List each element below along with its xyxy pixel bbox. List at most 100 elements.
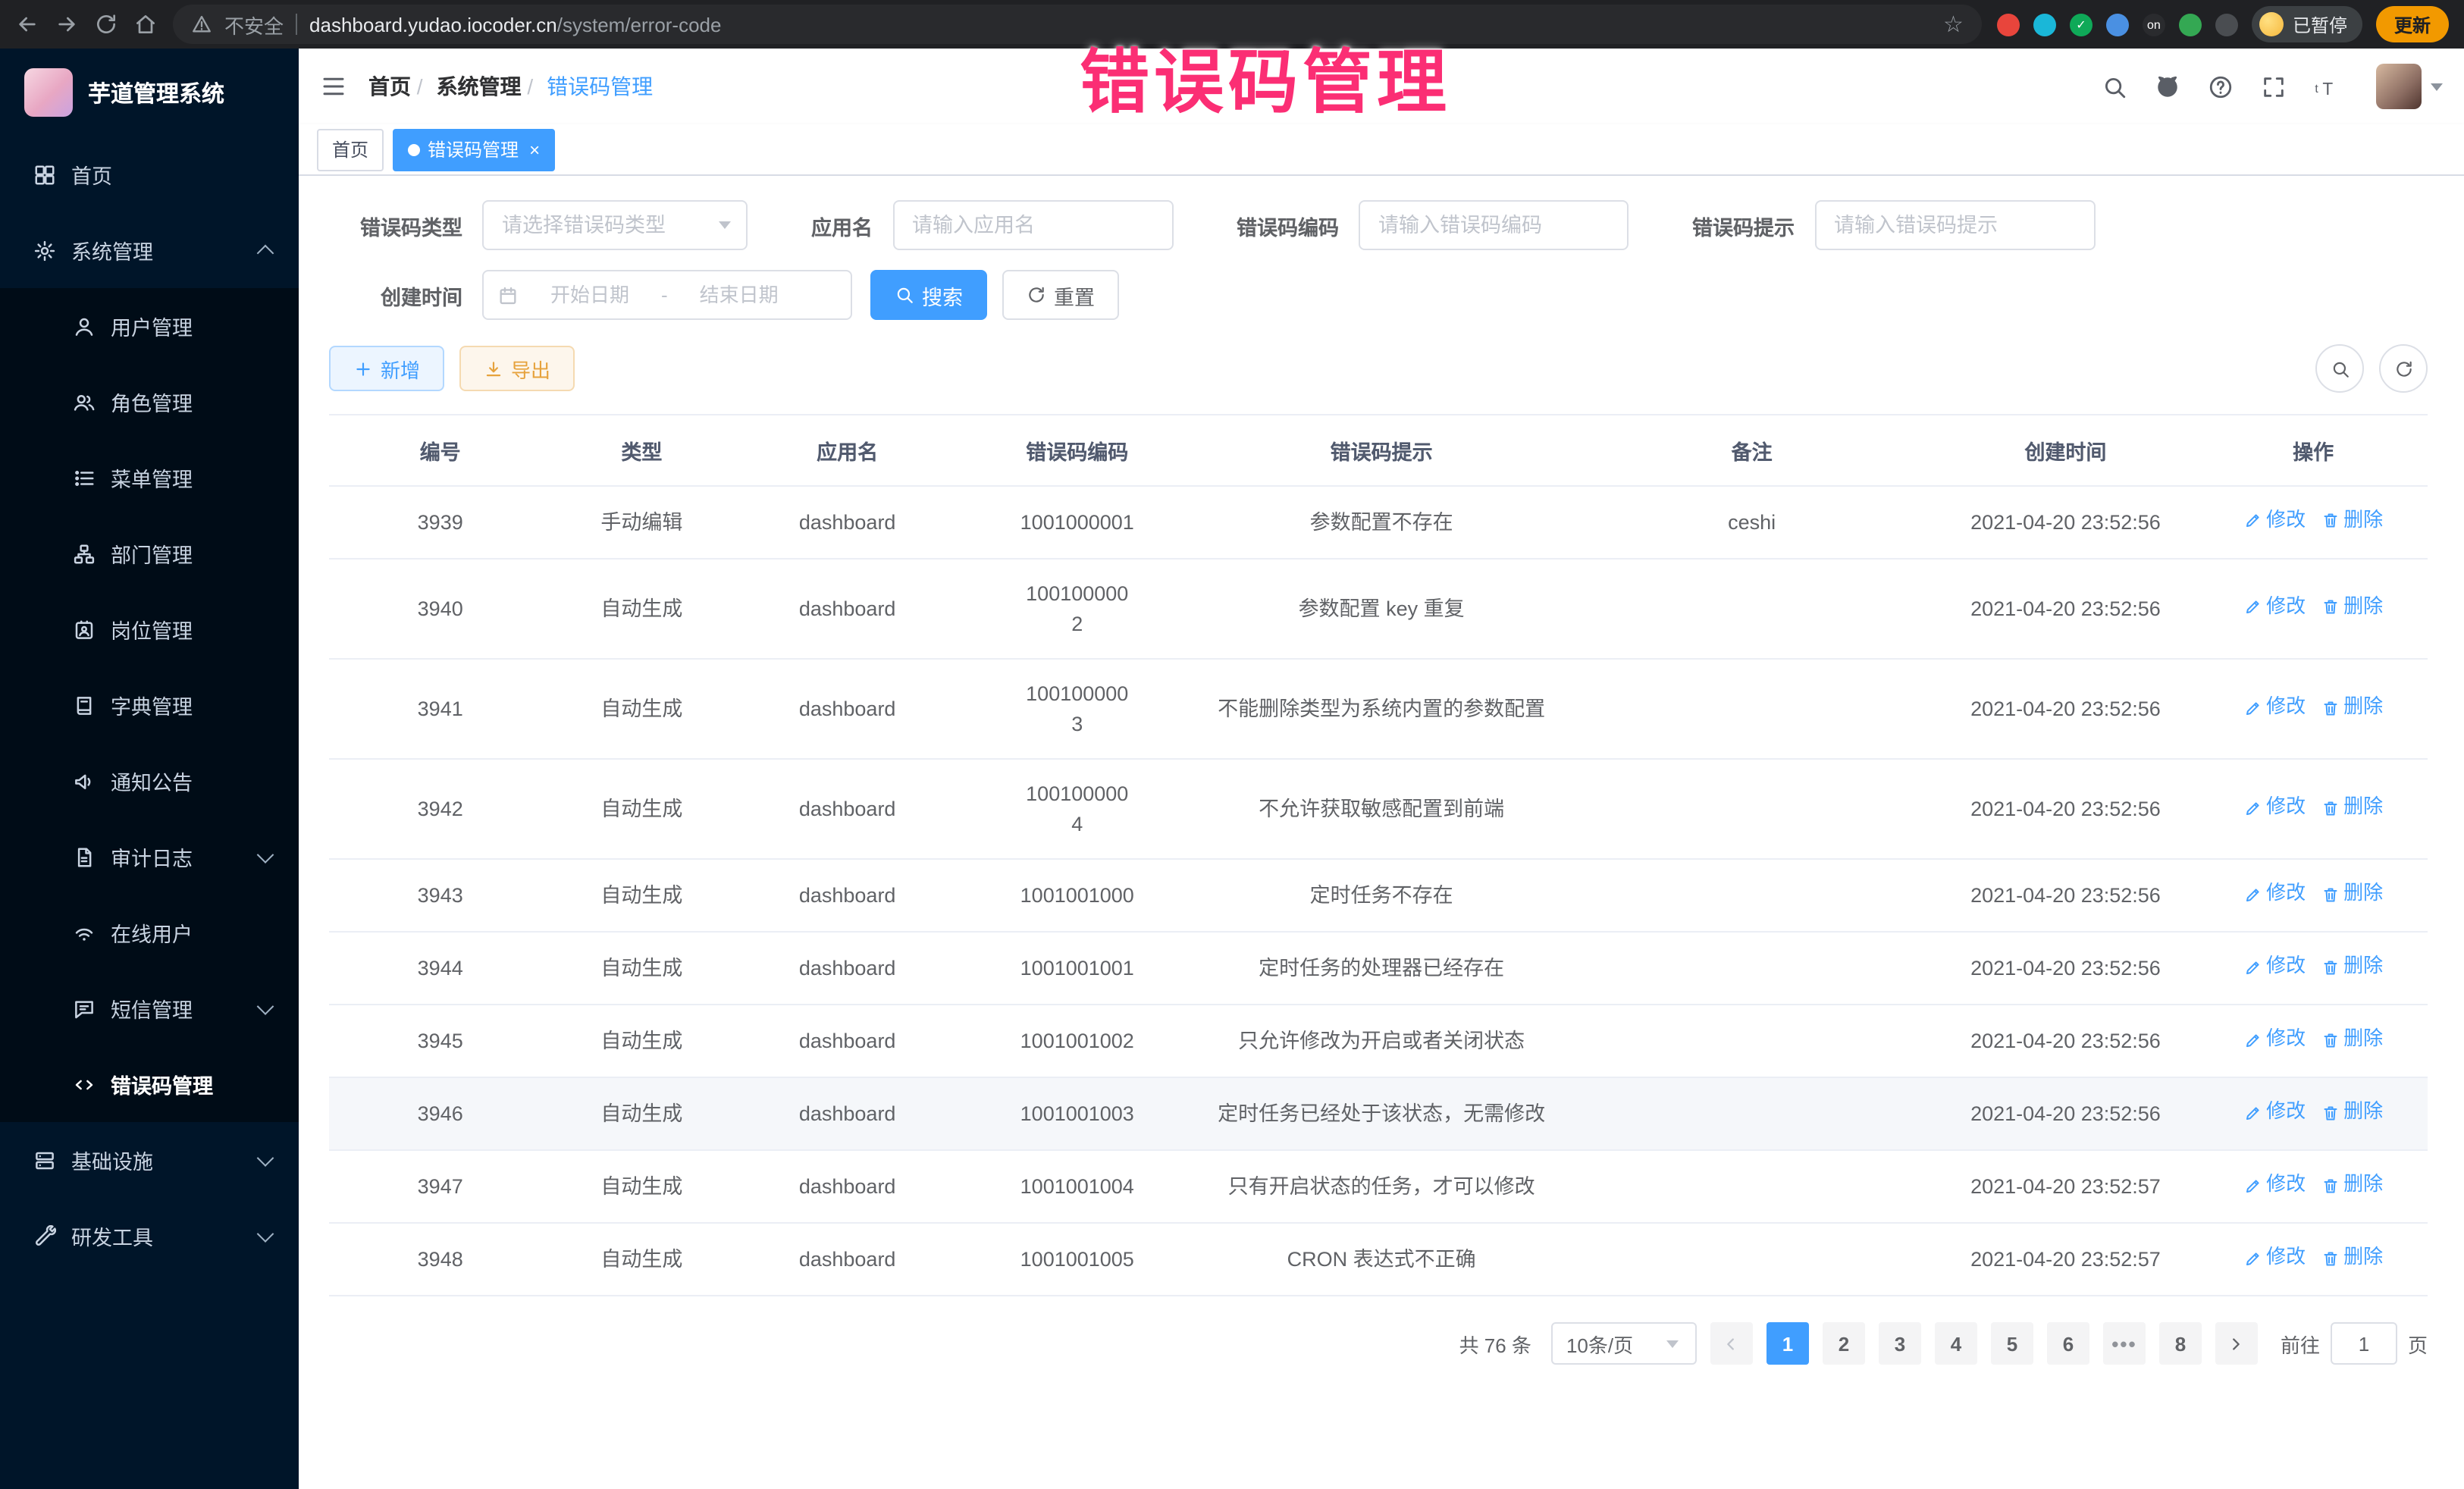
sidebar-menu-item[interactable]: 在线用户: [0, 895, 299, 970]
delete-link[interactable]: 删除: [2321, 880, 2383, 909]
dashboard-icon: [33, 163, 56, 186]
cell-app: dashboard: [732, 559, 962, 659]
hint-filter-input[interactable]: [1814, 200, 2095, 250]
sidebar-menu-item[interactable]: 通知公告: [0, 743, 299, 819]
edit-link[interactable]: 修改: [2243, 1244, 2306, 1273]
edit-icon: [2243, 512, 2262, 530]
export-button[interactable]: 导出: [459, 346, 575, 391]
add-button[interactable]: 新增: [329, 346, 444, 391]
page-button[interactable]: 1: [1766, 1323, 1809, 1365]
sidebar-menu-item[interactable]: 错误码管理: [0, 1046, 299, 1122]
arrow-right-icon[interactable]: [55, 12, 79, 36]
star-icon[interactable]: ☆: [1943, 13, 1964, 36]
delete-link[interactable]: 删除: [2321, 506, 2383, 535]
home-icon[interactable]: [133, 12, 158, 36]
end-date-input[interactable]: [677, 282, 801, 308]
chevron-icon: [257, 1225, 274, 1243]
extension-icon[interactable]: on: [2143, 13, 2165, 36]
edit-link[interactable]: 修改: [2243, 1171, 2306, 1200]
svg-text:t: t: [2315, 82, 2318, 95]
sidebar-menu-item[interactable]: 审计日志: [0, 819, 299, 895]
sidebar-menu-item[interactable]: 短信管理: [0, 970, 299, 1046]
sidebar-menu-item[interactable]: 系统管理: [0, 212, 299, 288]
cell-message: 参数配置 key 重复: [1192, 559, 1572, 659]
hamburger-icon[interactable]: [320, 73, 347, 100]
toggle-search-button[interactable]: [2315, 344, 2364, 393]
page-button[interactable]: 5: [1991, 1323, 2033, 1365]
delete-link[interactable]: 删除: [2321, 693, 2383, 722]
delete-link[interactable]: 删除: [2321, 1244, 2383, 1273]
edit-link[interactable]: 修改: [2243, 593, 2306, 622]
logo[interactable]: 芋道管理系统: [0, 49, 299, 136]
page-button[interactable]: •••: [2103, 1323, 2146, 1365]
sidebar-menu-item[interactable]: 字典管理: [0, 667, 299, 743]
delete-link[interactable]: 删除: [2321, 794, 2383, 823]
user-menu[interactable]: [2376, 64, 2443, 109]
edit-link[interactable]: 修改: [2243, 1026, 2306, 1055]
fullscreen-icon[interactable]: [2261, 74, 2287, 99]
page-button[interactable]: 6: [2047, 1323, 2089, 1365]
delete-link[interactable]: 删除: [2321, 1099, 2383, 1127]
edit-link[interactable]: 修改: [2243, 506, 2306, 535]
sidebar-menu-item[interactable]: 研发工具: [0, 1198, 299, 1274]
page-button[interactable]: 4: [1935, 1323, 1977, 1365]
delete-link[interactable]: 删除: [2321, 1026, 2383, 1055]
github-icon[interactable]: [2155, 74, 2180, 99]
arrow-left-icon[interactable]: [15, 12, 39, 36]
page-size-select[interactable]: 10条/页: [1551, 1323, 1697, 1365]
page-button[interactable]: 3: [1879, 1323, 1921, 1365]
sidebar-menu-item[interactable]: 首页: [0, 136, 299, 212]
edit-link[interactable]: 修改: [2243, 880, 2306, 909]
search-icon[interactable]: [2102, 74, 2127, 99]
type-filter-select[interactable]: [482, 200, 748, 250]
sidebar-menu-item[interactable]: 菜单管理: [0, 440, 299, 516]
sidebar-menu-item[interactable]: 岗位管理: [0, 591, 299, 667]
refresh-table-button[interactable]: [2379, 344, 2428, 393]
reset-button[interactable]: 重置: [1002, 270, 1119, 320]
prev-page-button[interactable]: [1710, 1323, 1753, 1365]
close-icon[interactable]: ×: [529, 140, 540, 158]
app-filter-input[interactable]: [892, 200, 1173, 250]
edit-link[interactable]: 修改: [2243, 953, 2306, 982]
cell-type: 自动生成: [551, 1078, 732, 1151]
extension-icon[interactable]: ✓: [2070, 13, 2093, 36]
divider: [296, 14, 297, 35]
date-range-picker[interactable]: -: [482, 270, 852, 320]
reload-icon[interactable]: [94, 12, 118, 36]
next-page-button[interactable]: [2215, 1323, 2258, 1365]
delete-link[interactable]: 删除: [2321, 953, 2383, 982]
extension-icon[interactable]: [1997, 13, 2020, 36]
font-size-icon[interactable]: tT: [2314, 74, 2340, 99]
help-icon[interactable]: [2208, 74, 2234, 99]
sidebar-menu-item[interactable]: 角色管理: [0, 364, 299, 440]
goto-page-input[interactable]: [2331, 1323, 2397, 1365]
extension-icon[interactable]: [2179, 13, 2202, 36]
extension-icon[interactable]: [2033, 13, 2056, 36]
profile-chip[interactable]: 已暂停: [2252, 6, 2362, 42]
cell-id: 3945: [329, 1005, 551, 1078]
page-button[interactable]: 8: [2159, 1323, 2202, 1365]
breadcrumb-item[interactable]: 首页: [368, 74, 411, 99]
tags-view: 首页 × 错误码管理 ×: [299, 124, 2464, 176]
edit-link[interactable]: 修改: [2243, 693, 2306, 722]
edit-link[interactable]: 修改: [2243, 1099, 2306, 1127]
tab[interactable]: 错误码管理 ×: [393, 128, 555, 171]
sidebar-menu-item[interactable]: 用户管理: [0, 288, 299, 364]
search-icon: [2330, 359, 2350, 378]
extension-icon[interactable]: [2215, 13, 2238, 36]
start-date-input[interactable]: [528, 282, 652, 308]
update-button[interactable]: 更新: [2376, 6, 2449, 42]
delete-link[interactable]: 删除: [2321, 1171, 2383, 1200]
sidebar-menu-item[interactable]: 基础设施: [0, 1122, 299, 1198]
search-button[interactable]: 搜索: [870, 270, 987, 320]
breadcrumb-item[interactable]: 系统管理: [437, 74, 522, 99]
page-button[interactable]: 2: [1823, 1323, 1865, 1365]
delete-link[interactable]: 删除: [2321, 593, 2383, 622]
extension-icon[interactable]: [2106, 13, 2129, 36]
tab[interactable]: 首页 ×: [317, 128, 384, 171]
code-filter-input[interactable]: [1359, 200, 1629, 250]
breadcrumb-item[interactable]: 错误码管理: [547, 74, 653, 99]
sidebar-menu-item[interactable]: 部门管理: [0, 516, 299, 591]
edit-link[interactable]: 修改: [2243, 794, 2306, 823]
address-bar[interactable]: 不安全 dashboard.yudao.iocoder.cn/system/er…: [173, 5, 1982, 44]
